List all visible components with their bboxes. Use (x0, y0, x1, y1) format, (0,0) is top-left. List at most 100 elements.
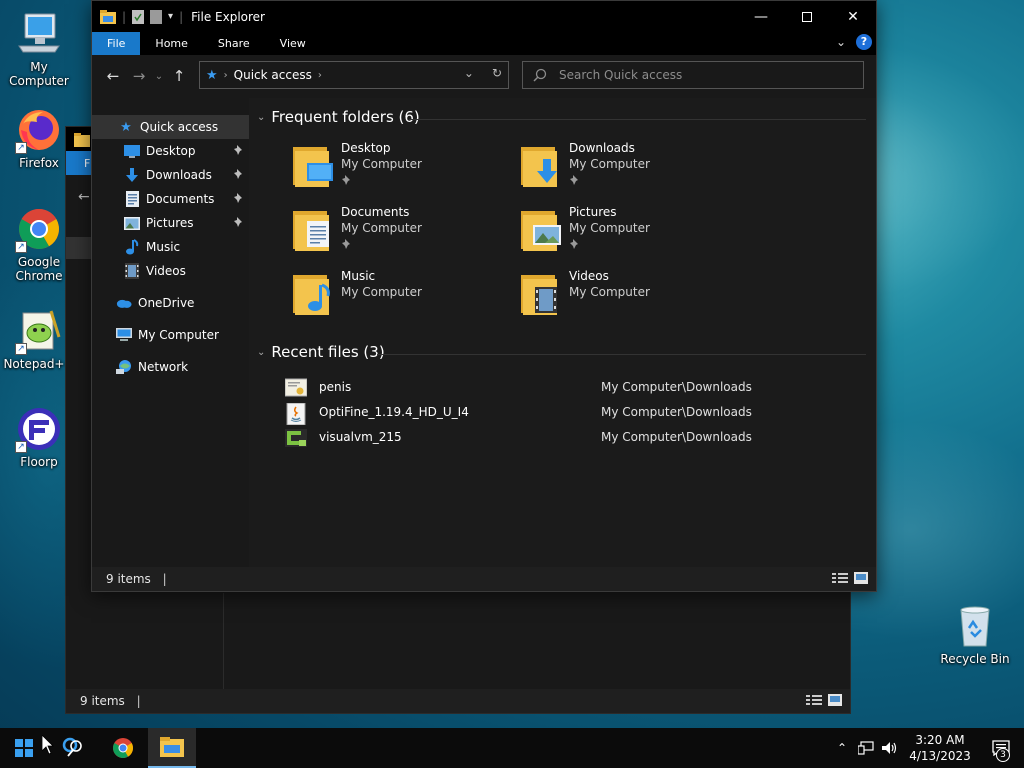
archive-file-icon (285, 428, 307, 448)
refresh-icon[interactable]: ↻ (492, 66, 502, 80)
clock[interactable]: 3:20 AM 4/13/2023 (902, 732, 978, 764)
download-arrow-icon (124, 167, 140, 183)
sidebar-item-label: Music (146, 240, 181, 254)
start-button[interactable] (0, 728, 48, 768)
collapse-chevron-icon: ⌄ (257, 346, 266, 358)
computer-icon (116, 327, 132, 343)
back-window-file-tab: F (66, 151, 92, 175)
details-view-icon[interactable] (806, 694, 822, 706)
shortcut-arrow-icon: ↗ (15, 142, 27, 154)
help-icon[interactable]: ? (856, 34, 872, 50)
chrome-icon: ↗ (15, 205, 63, 253)
breadcrumb-quick-access[interactable]: Quick access (234, 68, 312, 82)
properties-icon[interactable] (132, 9, 145, 24)
navigation-bar: ← → ⌄ ↑ ★ › Quick access › ⌄ ↻ Search Qu… (92, 55, 876, 97)
tab-home[interactable]: Home (140, 32, 202, 55)
recent-file-row[interactable]: visualvm_215 My Computer\Downloads (285, 427, 845, 449)
action-center-button[interactable]: 3 (978, 728, 1024, 768)
tab-file[interactable]: File (92, 32, 141, 55)
shortcut-arrow-icon: ↗ (15, 441, 27, 453)
file-explorer-window[interactable]: | ▾ | File Explorer — ✕ File Home Share … (91, 0, 877, 592)
network-icon (116, 359, 132, 375)
desktop-icon-recycle-bin[interactable]: Recycle Bin (935, 602, 1015, 666)
pin-icon[interactable] (233, 192, 245, 207)
expand-ribbon-icon[interactable]: ⌄ (836, 35, 846, 49)
recent-locations-chevron-icon[interactable]: ⌄ (152, 71, 166, 82)
tiles-view-icon[interactable] (854, 572, 868, 584)
window-controls: — ✕ (738, 1, 876, 32)
search-button[interactable] (48, 728, 96, 768)
search-icon (62, 737, 82, 757)
sidebar-item-onedrive[interactable]: OneDrive (92, 291, 249, 315)
sidebar-item-my-computer[interactable]: My Computer (92, 323, 249, 347)
shortcut-arrow-icon: ↗ (15, 343, 27, 355)
sidebar-item-videos[interactable]: Videos (92, 259, 249, 283)
item-count: 9 items (80, 694, 125, 708)
minimize-icon[interactable]: — (738, 1, 784, 32)
address-history-chevron-icon[interactable]: ⌄ (464, 66, 474, 80)
breadcrumb-chevron-icon[interactable]: › (318, 70, 322, 81)
folder-icon (100, 9, 116, 24)
tab-share[interactable]: Share (203, 32, 265, 55)
pin-icon (341, 238, 353, 253)
section-title: Recent files (3) (271, 343, 385, 361)
shortcut-arrow-icon: ↗ (15, 241, 27, 253)
network-status-icon[interactable] (854, 741, 878, 755)
folder-tile-desktop[interactable]: Desktop My Computer (293, 141, 513, 197)
tiles-view-icon[interactable] (828, 694, 842, 706)
folder-name: Documents (341, 205, 410, 219)
taskbar-chrome[interactable] (99, 728, 147, 768)
folder-tile-music[interactable]: Music My Computer (293, 269, 513, 325)
folder-location: My Computer (569, 157, 650, 171)
search-icon (533, 68, 547, 82)
folder-name: Pictures (569, 205, 617, 219)
sidebar-item-desktop[interactable]: Desktop (92, 139, 249, 163)
star-icon: ★ (120, 119, 132, 135)
pin-icon[interactable] (233, 144, 245, 159)
volume-icon[interactable] (878, 741, 902, 755)
sidebar-item-label: Desktop (146, 144, 196, 158)
folder-tile-documents[interactable]: Documents My Computer (293, 205, 513, 261)
video-icon (124, 263, 140, 279)
recent-file-name: OptiFine_1.19.4_HD_U_I4 (319, 405, 469, 419)
recent-file-row[interactable]: OptiFine_1.19.4_HD_U_I4 My Computer\Down… (285, 402, 845, 426)
section-divider (409, 119, 866, 120)
sidebar-item-label: Network (138, 360, 189, 374)
sidebar-item-downloads[interactable]: Downloads (92, 163, 249, 187)
clock-time: 3:20 AM (915, 733, 965, 747)
search-box[interactable]: Search Quick access (522, 61, 864, 89)
pin-icon[interactable] (233, 168, 245, 183)
folder-tile-videos[interactable]: Videos My Computer (521, 269, 741, 325)
forward-arrow-icon[interactable]: → (126, 67, 152, 85)
search-input[interactable]: Search Quick access (559, 68, 682, 82)
maximize-icon[interactable] (784, 1, 830, 32)
sidebar-item-pictures[interactable]: Pictures (92, 211, 249, 235)
recent-file-row[interactable]: penis My Computer\Downloads (284, 377, 845, 399)
new-folder-icon[interactable] (150, 9, 163, 24)
folder-name: Downloads (569, 141, 635, 155)
sidebar-item-label: Downloads (146, 168, 212, 182)
up-arrow-icon[interactable]: ↑ (166, 67, 192, 85)
floorp-icon: ↗ (15, 405, 63, 453)
recent-files-header[interactable]: ⌄ Recent files (3) (257, 343, 385, 361)
sidebar-item-documents[interactable]: Documents (92, 187, 249, 211)
back-arrow-icon[interactable]: ← (100, 67, 126, 85)
java-file-icon (285, 402, 307, 426)
sidebar-item-quick-access[interactable]: ★ Quick access (92, 115, 249, 139)
folder-tile-pictures[interactable]: Pictures My Computer (521, 205, 741, 261)
details-view-icon[interactable] (832, 572, 848, 584)
sidebar-item-music[interactable]: Music (92, 235, 249, 259)
address-bar[interactable]: ★ › Quick access › ⌄ ↻ (199, 61, 509, 89)
sidebar-item-network[interactable]: Network (92, 355, 249, 379)
titlebar[interactable]: | ▾ | File Explorer — ✕ (92, 1, 876, 32)
desktop-icon-my-computer[interactable]: My Computer (0, 10, 79, 88)
frequent-folders-header[interactable]: ⌄ Frequent folders (6) (257, 108, 420, 126)
show-hidden-icons-chevron-icon[interactable]: ⌃ (830, 741, 854, 755)
system-tray: ⌃ 3:20 AM 4/13/2023 3 (830, 728, 1024, 768)
close-icon[interactable]: ✕ (830, 1, 876, 32)
pin-icon[interactable] (233, 216, 245, 231)
taskbar-file-explorer[interactable] (148, 728, 196, 768)
tab-view[interactable]: View (265, 32, 321, 55)
folder-tile-downloads[interactable]: Downloads My Computer (521, 141, 741, 197)
customize-toolbar-icon[interactable]: ▾ (168, 11, 173, 22)
